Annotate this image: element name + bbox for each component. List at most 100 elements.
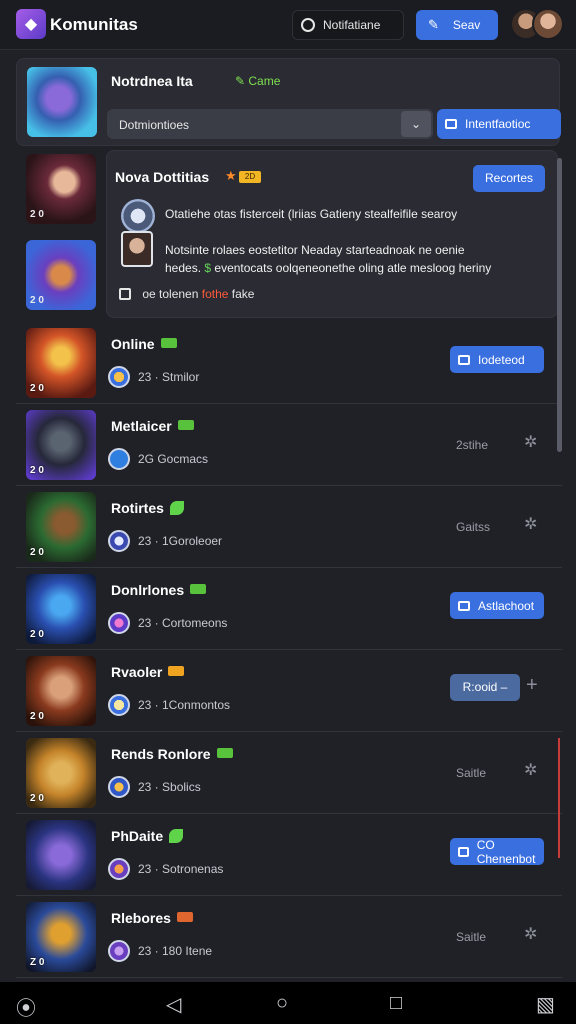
status-badge	[177, 420, 194, 430]
scrollbar[interactable]	[557, 158, 562, 452]
community-icon	[108, 448, 130, 470]
list-item-meta: 2G Gocmacs	[108, 448, 208, 470]
list-item-meta: 23 · Stmilor	[108, 366, 199, 388]
list-item-name[interactable]: Rlebores	[111, 910, 193, 926]
app-icon[interactable]: ⦿	[16, 992, 36, 1021]
message-icon	[458, 600, 470, 611]
status-badge	[168, 666, 185, 676]
list-item-thumbnail[interactable]: 2 0	[26, 410, 96, 480]
thumbnail-number: 2 0	[30, 793, 44, 804]
list-item-name[interactable]: Online	[111, 336, 177, 352]
recents-icon[interactable]: □	[390, 992, 402, 1015]
list-item-thumbnail[interactable]: Z 0	[26, 902, 96, 972]
list-item-name[interactable]: PhDaite	[111, 828, 184, 844]
star-icon: ★	[225, 168, 237, 183]
list-item[interactable]: 2 0 Rends Ronlore 23 · Sbolics Saitle ✲	[16, 732, 562, 814]
gear-icon[interactable]: ✲	[524, 760, 537, 780]
card-footer[interactable]: oe tolenen fothe fake	[119, 287, 254, 301]
pin-icon: $	[204, 261, 212, 275]
expanded-title: Nova Dottitias	[115, 169, 210, 185]
join-button[interactable]: Astlachoot	[450, 592, 544, 619]
thumbnail-number: 2 0	[30, 547, 44, 558]
community-icon	[108, 940, 130, 962]
list-item-thumbnail[interactable]: 2 0	[26, 656, 96, 726]
community-icon	[108, 530, 130, 552]
status-badge	[160, 338, 177, 348]
thumbnail-number: Z 0	[30, 957, 45, 968]
gear-icon[interactable]: ✲	[524, 432, 537, 452]
list-item-thumbnail[interactable]: 2 0	[26, 154, 96, 224]
notifications-button[interactable]: Notifatiane	[292, 10, 404, 40]
gallery-icon[interactable]: ▧	[536, 992, 555, 1017]
list-item[interactable]: 2 0 Metlaicer 2G Gocmacs 2stihe ✲	[16, 404, 562, 486]
featured-tag: ✎ Came	[235, 74, 281, 88]
status-badge	[190, 584, 207, 594]
user-avatars[interactable]	[510, 8, 566, 42]
list-item-name[interactable]: Metlaicer	[111, 418, 194, 434]
home-icon[interactable]: ○	[276, 992, 288, 1015]
app-logo-icon[interactable]: ◆	[16, 9, 46, 39]
list-item-name[interactable]: Rvaoler	[111, 664, 185, 680]
avatar[interactable]	[121, 231, 153, 267]
expanded-action-button[interactable]: Recortes	[473, 165, 545, 192]
list-item-name[interactable]: Donlrlones	[111, 582, 207, 598]
chevron-down-icon[interactable]: ⌄	[401, 111, 431, 137]
list-item-thumbnail[interactable]: 2 0	[26, 574, 96, 644]
list-item-thumbnail[interactable]: 2 0	[26, 492, 96, 562]
status-text: Gaitss	[456, 520, 491, 534]
shield-icon	[121, 199, 155, 233]
message-icon	[445, 119, 457, 129]
description-line: hedes. $ eventocats oolqeneonethe oling …	[165, 261, 492, 275]
status-badge	[169, 501, 184, 515]
list-item[interactable]: PhDaite 23 · Sotronenas CO Chenenbot	[16, 814, 562, 896]
notifications-label: Notifatiane	[323, 18, 381, 32]
join-button[interactable]: CO Chenenbot	[450, 838, 544, 866]
list-item-meta: 23 · Sotronenas	[108, 858, 223, 880]
thumbnail-number: 2 0	[30, 465, 44, 476]
list-item[interactable]: 2 0 Online 23 · Stmilor Iodeteod	[16, 322, 562, 404]
list-item-name[interactable]: Rends Ronlore	[111, 746, 233, 762]
avatar[interactable]	[532, 8, 564, 40]
featured-action-label: Intentfaotioc	[465, 117, 531, 131]
status-text: 2stihe	[456, 438, 489, 452]
primary-action-button[interactable]: ✎ Seav	[416, 10, 498, 40]
community-list: 2 0 2 0 Nova Dottitias ★ 2D Recortes Ota…	[16, 150, 562, 1024]
community-icon	[108, 776, 130, 798]
list-item[interactable]: 2 0 Rvaoler 23 · 1Conmontos R:ooid – +	[16, 650, 562, 732]
featured-thumbnail[interactable]	[27, 67, 97, 137]
thumbnail-number: 2 0	[30, 711, 44, 722]
thumbnail-number: 2 0	[30, 629, 44, 640]
checkbox-icon[interactable]	[119, 288, 131, 300]
featured-select[interactable]: Dotmiontioes	[107, 109, 433, 139]
gear-icon[interactable]: ✲	[524, 924, 537, 944]
thumbnail-number: 2 0	[30, 383, 44, 394]
community-icon	[108, 612, 130, 634]
gear-icon[interactable]: ✲	[524, 514, 537, 534]
list-item-name[interactable]: Rotirtes	[111, 500, 184, 516]
back-icon[interactable]: ◁	[166, 992, 181, 1017]
list-item-thumbnail[interactable]	[26, 820, 96, 890]
system-nav-bar: ⦿ ◁ ○ □ ▧	[0, 982, 576, 1024]
list-item[interactable]: 2 0 Donlrlones 23 · Cortomeons Astlachoot	[16, 568, 562, 650]
plus-icon[interactable]: +	[526, 674, 538, 697]
expanded-community-card: Nova Dottitias ★ 2D Recortes Otatiehe ot…	[106, 150, 558, 318]
description-line: Notsinte rolaes eostetitor Neaday starte…	[165, 243, 465, 257]
status-badge	[216, 748, 233, 758]
top-bar: ◆ Komunitas Notifatiane ✎ Seav	[0, 0, 576, 50]
status-badge	[176, 912, 193, 922]
list-item[interactable]: Z 0 Rlebores 23 · 180 Itene Saitle ✲	[16, 896, 562, 978]
list-item-meta: 23 · 1Goroleoer	[108, 530, 222, 552]
community-icon	[108, 858, 130, 880]
join-button[interactable]: Iodeteod	[450, 346, 544, 373]
app-title: Komunitas	[50, 15, 138, 34]
status-badge	[169, 829, 184, 843]
list-item-thumbnail[interactable]: 2 0	[26, 240, 96, 310]
list-item[interactable]: 2 0 Rotirtes 23 · 1Goroleoer Gaitss ✲	[16, 486, 562, 568]
featured-community-card: Notrdnea Ita ✎ Came Dotmiontioes ⌄ Inten…	[16, 58, 561, 146]
list-item-thumbnail[interactable]: 2 0	[26, 328, 96, 398]
split-button[interactable]: R:ooid –	[450, 674, 520, 701]
message-icon	[458, 846, 469, 857]
list-item-meta: 23 · Cortomeons	[108, 612, 227, 634]
featured-action-button[interactable]: Intentfaotioc	[437, 109, 561, 139]
list-item-thumbnail[interactable]: 2 0	[26, 738, 96, 808]
